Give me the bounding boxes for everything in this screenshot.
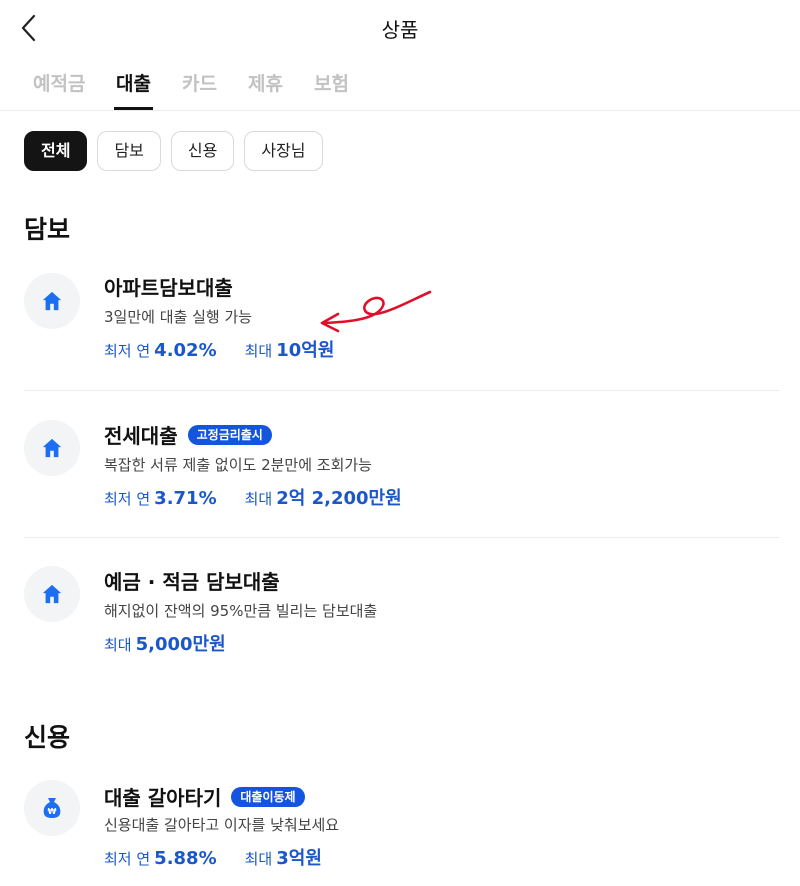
product-desc: 3일만에 대출 실행 가능 [104, 308, 253, 326]
product-desc: 해지없이 잔액의 95%만큼 빌리는 담보대출 [104, 602, 378, 620]
fixed-rate-badge: 고정금리출시 [187, 424, 272, 445]
tabs-divider [0, 110, 800, 111]
min-rate: 최저 연 3.71% [104, 488, 217, 509]
house-icon [24, 273, 80, 329]
product-desc: 복잡한 서류 제출 없이도 2분만에 조회가능 [104, 456, 372, 474]
top-bar: 상품 [0, 0, 800, 56]
max-amount: 최대 2억 2,200만원 [244, 488, 402, 509]
money-bag-icon: ₩ [24, 780, 80, 836]
product-item-jeonse-loan[interactable]: 전세대출 고정금리출시 복잡한 서류 제출 없이도 2분만에 조회가능 최저 연… [24, 420, 780, 520]
product-item-deposit-secured-loan[interactable]: 예금 · 적금 담보대출 해지없이 잔액의 95%만큼 빌리는 담보대출 최대 5… [24, 566, 780, 666]
page-title: 상품 [381, 18, 419, 42]
chip-secured[interactable]: 담보 [97, 131, 161, 171]
product-title: 대출 갈아타기 [104, 786, 222, 810]
product-desc: 신용대출 갈아타고 이자를 낮춰보세요 [104, 816, 340, 834]
tab-savings[interactable]: 예적금 [33, 70, 85, 110]
chip-credit[interactable]: 신용 [170, 131, 235, 171]
tab-loans[interactable]: 대출 [114, 70, 153, 110]
product-rates: 최저 연 4.02% 최대 10억원 [104, 336, 334, 362]
house-icon [24, 420, 80, 476]
max-amount: 최대 5,000만원 [104, 634, 226, 655]
tab-partners[interactable]: 제휴 [248, 70, 283, 110]
product-rates: 최저 연 5.88% 최대 3억원 [104, 844, 322, 870]
svg-text:₩: ₩ [48, 807, 57, 816]
product-rates: 최저 연 3.71% 최대 2억 2,200만원 [104, 484, 402, 510]
category-tabs: 예적금 대출 카드 제휴 보험 [0, 70, 800, 110]
chip-all[interactable]: 전체 [24, 131, 88, 171]
tab-cards[interactable]: 카드 [182, 70, 217, 110]
house-icon [24, 566, 80, 622]
section-title-secured: 담보 [24, 215, 71, 244]
max-amount: 최대 10억원 [244, 340, 335, 361]
section-title-credit: 신용 [24, 723, 71, 752]
min-rate: 최저 연 4.02% [104, 340, 217, 361]
product-title: 아파트담보대출 [104, 276, 233, 300]
product-title: 예금 · 적금 담보대출 [104, 570, 280, 594]
product-rates: 최대 5,000만원 [104, 630, 226, 656]
products-page: 상품 예적금 대출 카드 제휴 보험 전체 담보 신용 사장님 담보 아파트담보… [0, 0, 800, 886]
tab-insurance[interactable]: 보험 [314, 70, 349, 110]
filter-chips: 전체 담보 신용 사장님 [24, 131, 323, 171]
chip-business[interactable]: 사장님 [244, 131, 323, 171]
min-rate: 최저 연 5.88% [104, 848, 217, 869]
loan-transfer-badge: 대출이동제 [231, 786, 305, 807]
product-item-loan-refinance[interactable]: ₩ 대출 갈아타기 대출이동제 신용대출 갈아타고 이자를 낮춰보세요 최저 연… [24, 780, 780, 878]
item-divider [24, 390, 780, 391]
item-divider [24, 537, 780, 538]
product-title: 전세대출 [104, 424, 178, 448]
max-amount: 최대 3억원 [244, 848, 322, 869]
product-item-apartment-loan[interactable]: 아파트담보대출 3일만에 대출 실행 가능 최저 연 4.02% 최대 10억원 [24, 272, 780, 372]
